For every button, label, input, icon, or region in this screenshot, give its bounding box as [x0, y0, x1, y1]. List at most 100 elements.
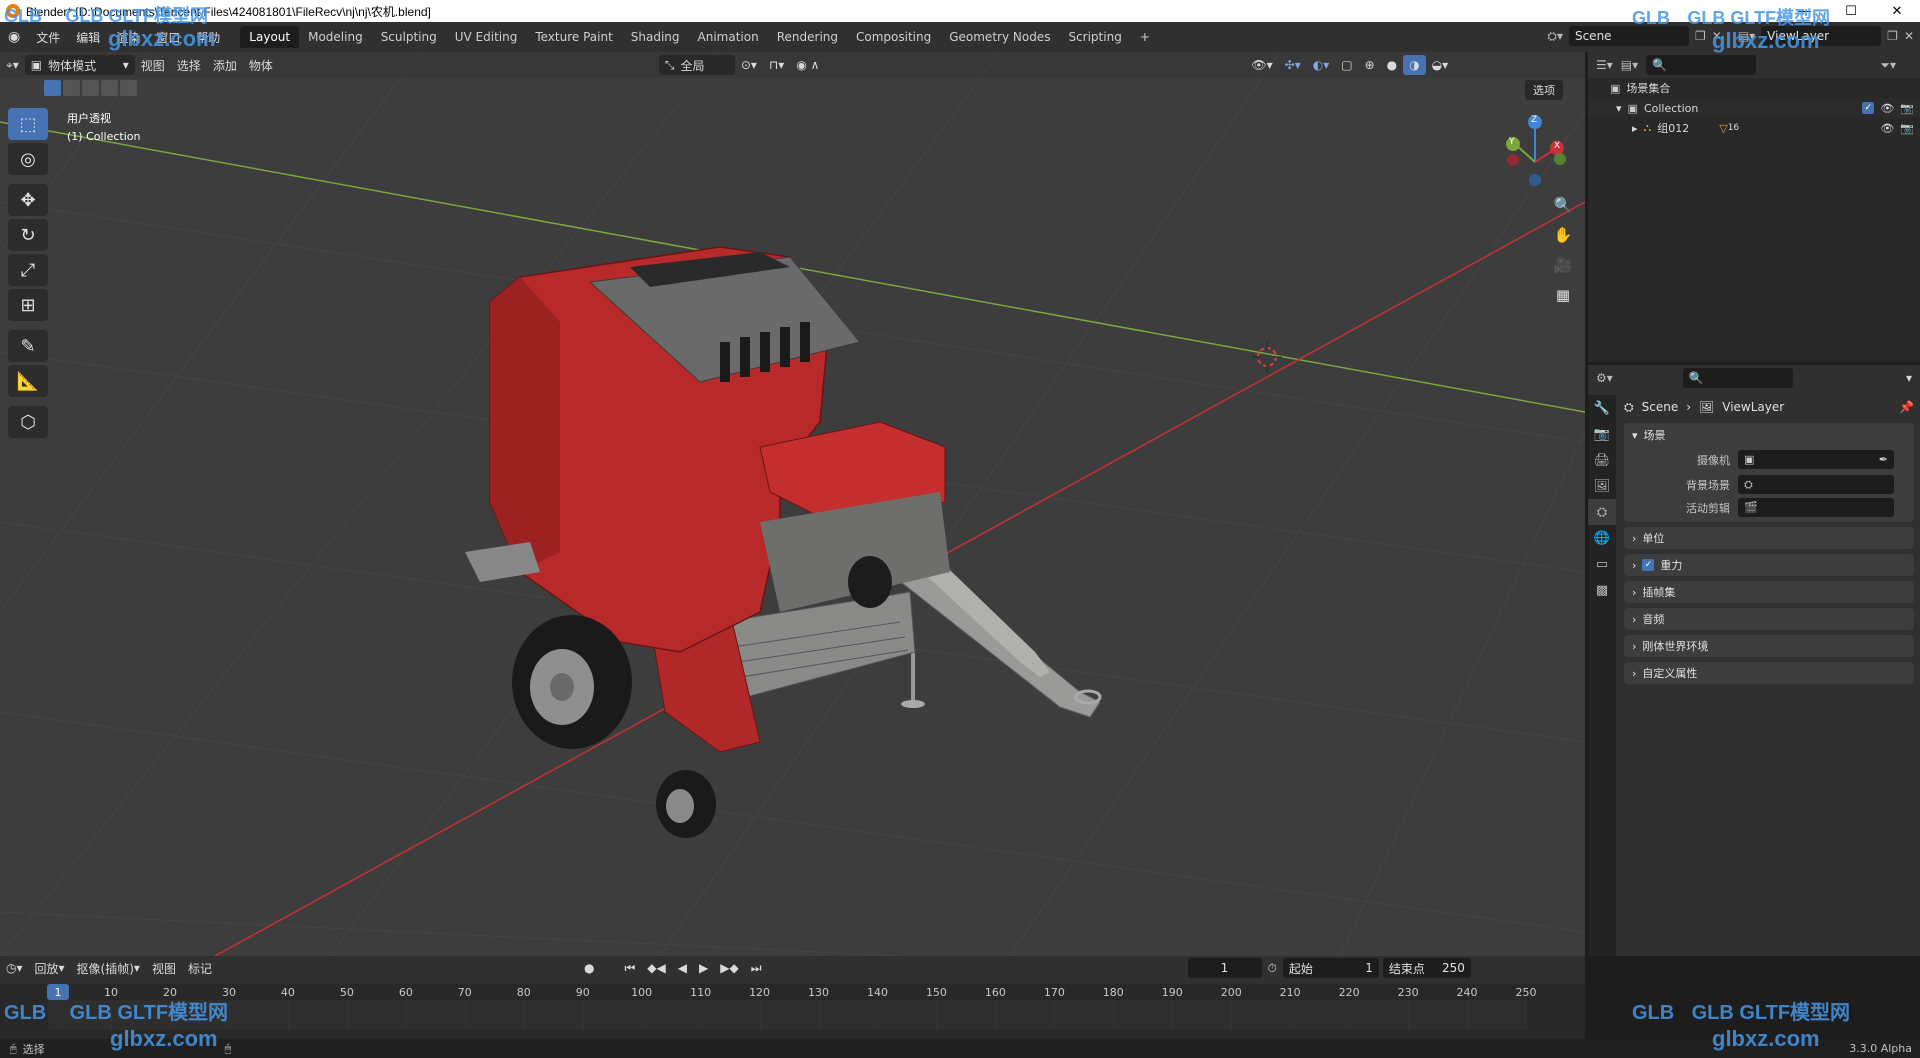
perspective-grid-icon[interactable]: ▦ — [1550, 282, 1576, 308]
menu-object[interactable]: 物体 — [243, 55, 279, 75]
gravity-checkbox[interactable]: ✓ — [1642, 559, 1655, 571]
shading-wireframe-icon[interactable]: ⊕ — [1359, 55, 1381, 75]
end-frame-field[interactable]: 结束点 250 — [1382, 958, 1471, 978]
menu-keying[interactable]: 抠像(插帧) ▾ — [71, 958, 146, 978]
timeline-editor-icon[interactable]: ◷▾ — [0, 958, 29, 978]
filter-icon[interactable]: ⏷▾ — [1880, 58, 1896, 73]
stopwatch-icon[interactable]: ⏱ — [1262, 958, 1283, 978]
menu-marker[interactable]: 标记 — [182, 958, 218, 978]
menu-select[interactable]: 选择 — [171, 55, 207, 75]
shading-material-icon[interactable]: ◑ — [1403, 55, 1426, 75]
play-reverse-icon[interactable]: ◀ — [672, 958, 693, 978]
camera-field[interactable]: ▣ ✒ — [1738, 450, 1894, 469]
tab-compositing[interactable]: Compositing — [847, 26, 940, 48]
tab-geometry-nodes[interactable]: Geometry Nodes — [940, 26, 1059, 48]
add-workspace-button[interactable]: + — [1131, 26, 1159, 48]
overlay-toggle-icon[interactable]: ◐▾ — [1307, 55, 1336, 75]
next-keyframe-icon[interactable]: ▶◆ — [714, 958, 744, 978]
menu-edit[interactable]: 编辑 — [68, 26, 108, 48]
output-tab-icon[interactable]: 🖨 — [1588, 447, 1616, 473]
select-subtract-icon[interactable] — [82, 80, 99, 96]
menu-file[interactable]: 文件 — [28, 26, 68, 48]
measure-tool-icon[interactable]: 📐 — [8, 365, 48, 397]
camera-render-icon[interactable]: 📷 — [1900, 102, 1914, 115]
select-box-tool-icon[interactable]: ⬚ — [8, 108, 48, 140]
scene-icon[interactable]: ⛭▾ — [1547, 29, 1563, 44]
gravity-panel[interactable]: › ✓ 重力 — [1624, 554, 1914, 576]
outliner-editor-icon[interactable]: ☰▾ — [1596, 58, 1613, 72]
tool-tab-icon[interactable]: 🔧 — [1588, 395, 1616, 421]
jump-start-icon[interactable]: ⏮ — [618, 958, 641, 978]
new-view-layer-icon[interactable]: ❐ — [1887, 29, 1898, 43]
outliner-row-scene-collection[interactable]: ▣ 场景集合 — [1588, 78, 1920, 98]
rotate-tool-icon[interactable]: ↻ — [8, 219, 48, 251]
auto-keying-icon[interactable]: ● — [578, 958, 600, 978]
mode-selector[interactable]: ▣ 物体模式 ▾ — [24, 55, 135, 75]
menu-add[interactable]: 添加 — [207, 55, 243, 75]
tab-animation[interactable]: Animation — [689, 26, 768, 48]
expand-arrow-icon[interactable]: ▾ — [1616, 102, 1622, 115]
audio-panel[interactable]: › 音频 — [1624, 608, 1914, 630]
tab-shading[interactable]: Shading — [622, 26, 689, 48]
world-tab-icon[interactable]: 🌐 — [1588, 525, 1616, 551]
properties-editor-icon[interactable]: ⚙▾ — [1596, 371, 1613, 385]
visibility-icon[interactable]: 👁▾ — [1245, 55, 1278, 75]
3d-cursor-icon[interactable] — [1252, 342, 1282, 372]
tab-rendering[interactable]: Rendering — [768, 26, 847, 48]
options-button[interactable]: 选项 — [1525, 80, 1563, 100]
units-panel[interactable]: › 单位 — [1624, 527, 1914, 549]
tab-layout[interactable]: Layout — [240, 26, 300, 48]
eye-icon[interactable]: 👁 — [1880, 102, 1894, 115]
snap-icon[interactable]: ⊓▾ — [763, 55, 790, 75]
maximize-button[interactable]: ☐ — [1828, 0, 1874, 22]
jump-end-icon[interactable]: ⏭ — [745, 958, 768, 978]
camera-view-icon[interactable]: 🎥 — [1550, 252, 1576, 278]
shading-rendered-icon[interactable]: ◒▾ — [1426, 55, 1455, 75]
zoom-icon[interactable]: 🔍 — [1550, 192, 1576, 218]
eyedropper-icon[interactable]: ✒ — [1879, 453, 1888, 466]
delete-view-layer-icon[interactable]: ✕ — [1904, 29, 1914, 43]
menu-timeline-view[interactable]: 视图 — [146, 958, 182, 978]
scene-panel-header[interactable]: ▾ 场景 — [1624, 423, 1914, 447]
display-mode-icon[interactable]: ▤▾ — [1621, 58, 1638, 72]
new-scene-icon[interactable]: ❐ — [1695, 29, 1706, 43]
pan-hand-icon[interactable]: ✋ — [1550, 222, 1576, 248]
select-invert-icon[interactable] — [101, 80, 118, 96]
select-intersect-icon[interactable] — [120, 80, 137, 96]
round-baler-model[interactable] — [465, 246, 1102, 838]
scene-tab-icon[interactable]: ⛭ — [1588, 499, 1616, 525]
active-clip-field[interactable]: 🎬 — [1738, 498, 1894, 517]
menu-playback[interactable]: 回放 ▾ — [29, 958, 71, 978]
tab-sculpting[interactable]: Sculpting — [372, 26, 446, 48]
custom-properties-panel[interactable]: › 自定义属性 — [1624, 662, 1914, 684]
collection-include-checkbox[interactable]: ✓ — [1862, 101, 1875, 114]
properties-search-input[interactable]: 🔍 — [1682, 368, 1793, 388]
start-frame-field[interactable]: 起始 1 — [1282, 958, 1379, 978]
tab-scripting[interactable]: Scripting — [1059, 26, 1130, 48]
tab-modeling[interactable]: Modeling — [299, 26, 372, 48]
background-scene-field[interactable]: ⛭ — [1738, 475, 1894, 494]
view-layer-tab-icon[interactable]: 🖼 — [1588, 473, 1616, 499]
render-tab-icon[interactable]: 📷 — [1588, 421, 1616, 447]
outliner-row-object[interactable]: ▸ ⛬ 组012 ▽ 16 👁 📷 — [1588, 118, 1920, 138]
add-cube-tool-icon[interactable]: ⬡ — [8, 406, 48, 438]
pivot-icon[interactable]: ⊙▾ — [735, 55, 763, 75]
scale-tool-icon[interactable]: ⤢ — [8, 254, 48, 286]
select-new-icon[interactable] — [44, 80, 61, 96]
cursor-tool-icon[interactable]: ◎ — [8, 143, 48, 175]
3d-viewport[interactable]: Z X Y ⌖▾ ▣ 物体模式 ▾ 视图 选择 添加 物体 ⤡ 全局 ⊙▾ ⊓▾… — [0, 52, 1585, 956]
orientation-selector[interactable]: ⤡ 全局 — [658, 55, 735, 75]
transform-tool-icon[interactable]: ⊞ — [8, 289, 48, 321]
texture-tab-icon[interactable]: ▩ — [1588, 577, 1616, 603]
gizmo-toggle-icon[interactable]: ✣▾ — [1279, 55, 1307, 75]
outliner-search-input[interactable]: 🔍 — [1646, 55, 1757, 75]
editor-type-icon[interactable]: ⌖▾ — [0, 55, 25, 75]
collapse-arrow-icon[interactable]: ▸ — [1632, 122, 1638, 135]
shading-solid-icon[interactable]: ● — [1381, 55, 1403, 75]
menu-view[interactable]: 视图 — [135, 55, 171, 75]
timeline-ruler[interactable]: 10 20 30 40 50 60 70 80 90 100 110 120 130 140 150 160 1… — [0, 984, 1585, 1039]
tab-texture-paint[interactable]: Texture Paint — [526, 26, 621, 48]
close-button[interactable]: ✕ — [1874, 0, 1920, 22]
move-tool-icon[interactable]: ✥ — [8, 184, 48, 216]
eye-icon[interactable]: 👁 — [1880, 122, 1894, 135]
